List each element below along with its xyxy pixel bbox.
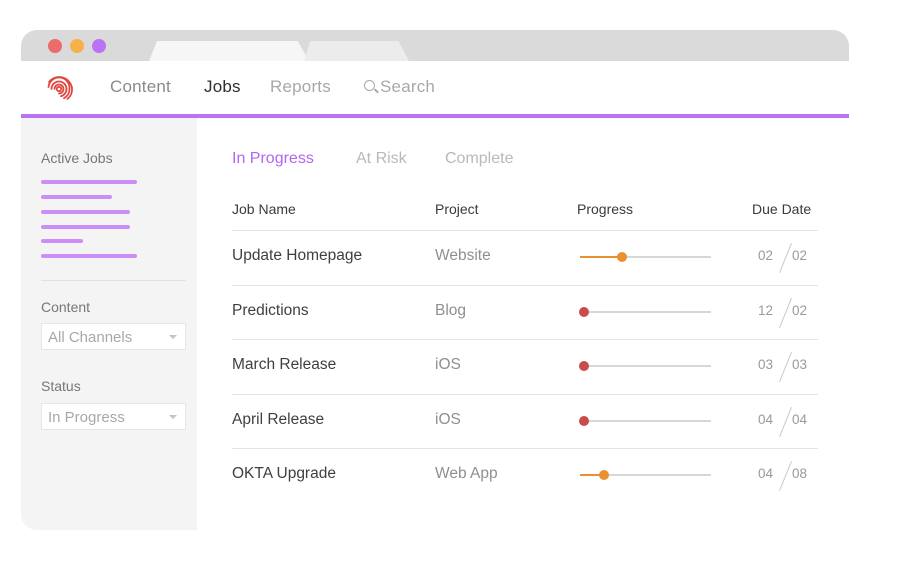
progress-knob[interactable] bbox=[578, 306, 589, 317]
status-select-value: In Progress bbox=[48, 409, 125, 426]
due-day: 08 bbox=[792, 466, 808, 481]
progress-slider[interactable] bbox=[578, 361, 711, 371]
search-label: Search bbox=[380, 77, 436, 96]
due-date-divider bbox=[779, 460, 792, 492]
progress-slider[interactable] bbox=[580, 470, 711, 480]
content-channel-select[interactable]: All Channels bbox=[41, 323, 186, 350]
table-row[interactable]: Update Homepage Website 02 02 bbox=[232, 230, 818, 284]
active-job-line[interactable] bbox=[41, 195, 112, 199]
search-button[interactable]: Search bbox=[364, 77, 435, 97]
browser-window: Content Jobs Reports Search Active Jobs … bbox=[21, 30, 849, 530]
active-jobs-heading: Active Jobs bbox=[41, 150, 113, 166]
progress-fill bbox=[580, 256, 622, 258]
active-job-line[interactable] bbox=[41, 180, 137, 184]
due-date: 12 02 bbox=[752, 295, 818, 329]
column-header-due-date[interactable]: Due Date bbox=[752, 201, 811, 217]
due-day: 02 bbox=[792, 302, 808, 318]
job-name[interactable]: Predictions bbox=[232, 302, 309, 320]
due-date: 03 03 bbox=[752, 349, 818, 383]
content-filter-label: Content bbox=[41, 299, 91, 315]
top-nav: Content Jobs Reports Search bbox=[21, 61, 849, 118]
progress-slider[interactable] bbox=[580, 252, 711, 262]
due-day: 02 bbox=[792, 248, 808, 263]
active-job-line[interactable] bbox=[41, 225, 130, 229]
tab-in-progress[interactable]: In Progress bbox=[232, 150, 314, 168]
row-divider bbox=[232, 393, 818, 395]
job-name[interactable]: Update Homepage bbox=[232, 247, 362, 265]
nav-item-reports[interactable]: Reports bbox=[270, 77, 331, 97]
project-name: Blog bbox=[435, 301, 467, 319]
due-date-divider bbox=[779, 351, 792, 383]
due-day: 04 bbox=[792, 411, 808, 427]
table-row[interactable]: OKTA Upgrade Web App 04 08 bbox=[232, 448, 818, 502]
nav-item-content[interactable]: Content bbox=[110, 77, 171, 97]
progress-knob[interactable] bbox=[578, 361, 589, 371]
minimize-window-button[interactable] bbox=[70, 39, 84, 53]
progress-knob[interactable] bbox=[616, 252, 627, 262]
browser-tab-active[interactable] bbox=[149, 41, 309, 61]
job-name[interactable]: April Release bbox=[232, 411, 324, 429]
progress-slider[interactable] bbox=[578, 306, 711, 317]
project-name: Website bbox=[435, 247, 491, 264]
column-header-progress[interactable]: Progress bbox=[577, 201, 633, 217]
tab-at-risk[interactable]: At Risk bbox=[356, 150, 407, 168]
row-divider bbox=[232, 284, 818, 286]
status-select[interactable]: In Progress bbox=[41, 403, 186, 430]
status-filter-label: Status bbox=[41, 378, 81, 394]
due-month: 04 bbox=[758, 466, 774, 481]
due-month: 04 bbox=[758, 411, 774, 427]
due-date-divider bbox=[779, 406, 792, 437]
browser-tab-inactive[interactable] bbox=[304, 41, 409, 61]
due-date-divider bbox=[779, 297, 792, 328]
due-date: 04 08 bbox=[752, 458, 818, 492]
title-bar bbox=[21, 30, 849, 61]
content-select-value: All Channels bbox=[48, 329, 133, 346]
project-name: iOS bbox=[435, 410, 461, 428]
tab-complete[interactable]: Complete bbox=[445, 150, 513, 168]
due-month: 03 bbox=[758, 357, 774, 372]
sidebar: Active Jobs Content All Channels Status … bbox=[21, 118, 197, 530]
progress-knob[interactable] bbox=[598, 470, 609, 480]
chevron-down-icon bbox=[169, 335, 177, 339]
column-header-project[interactable]: Project bbox=[435, 201, 479, 217]
active-job-line[interactable] bbox=[41, 254, 137, 258]
sidebar-divider bbox=[41, 280, 186, 281]
due-date: 04 04 bbox=[752, 404, 818, 438]
due-date: 02 02 bbox=[752, 240, 818, 274]
job-name[interactable]: OKTA Upgrade bbox=[232, 465, 336, 483]
due-month: 02 bbox=[758, 248, 774, 263]
due-month: 12 bbox=[758, 302, 774, 318]
row-divider bbox=[232, 230, 818, 231]
project-name: iOS bbox=[435, 356, 461, 373]
maximize-window-button[interactable] bbox=[92, 39, 106, 53]
search-icon bbox=[364, 80, 375, 91]
progress-slider[interactable] bbox=[578, 415, 711, 426]
due-day: 03 bbox=[792, 357, 808, 372]
fingerprint-icon[interactable] bbox=[43, 72, 75, 104]
active-job-line[interactable] bbox=[41, 210, 130, 214]
row-divider bbox=[232, 339, 818, 340]
table-row[interactable]: Predictions Blog 12 02 bbox=[232, 284, 818, 339]
jobs-panel: In Progress At Risk Complete Job Name Pr… bbox=[197, 118, 849, 530]
job-name[interactable]: March Release bbox=[232, 356, 336, 374]
table-row[interactable]: April Release iOS 04 04 bbox=[232, 393, 818, 448]
column-header-job-name[interactable]: Job Name bbox=[232, 201, 296, 217]
nav-item-jobs[interactable]: Jobs bbox=[204, 77, 241, 97]
table-row[interactable]: March Release iOS 03 03 bbox=[232, 339, 818, 393]
progress-knob[interactable] bbox=[578, 415, 589, 426]
row-divider bbox=[232, 448, 818, 449]
project-name: Web App bbox=[435, 465, 498, 482]
close-window-button[interactable] bbox=[48, 39, 62, 53]
active-job-line[interactable] bbox=[41, 239, 83, 243]
due-date-divider bbox=[779, 242, 792, 274]
chevron-down-icon bbox=[169, 415, 177, 419]
